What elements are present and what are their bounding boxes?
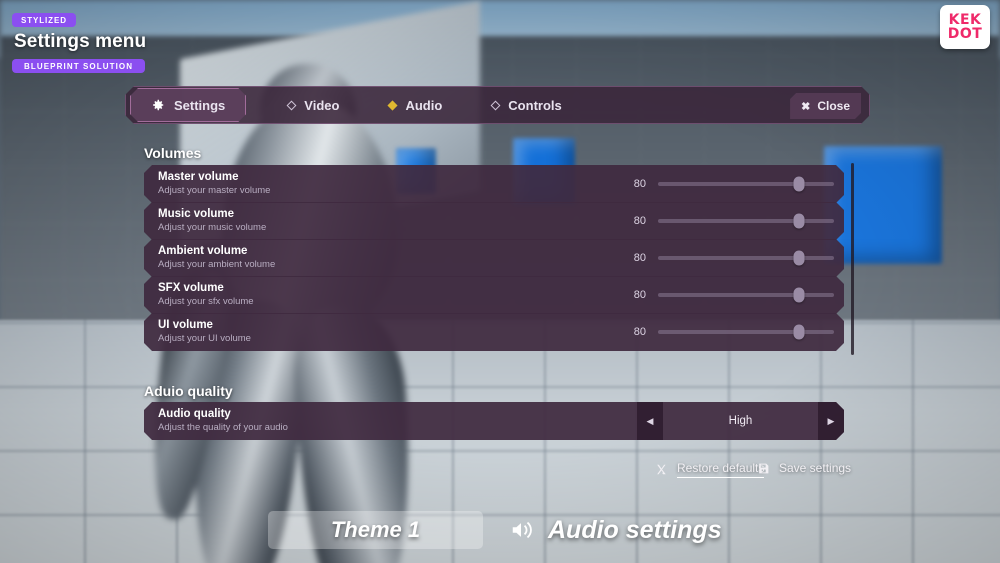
restore-defaults-button[interactable]: Restore defaults xyxy=(655,461,765,478)
row-title: SFX volume xyxy=(158,282,224,294)
row-text: Music volume Adjust your music volume xyxy=(144,208,624,234)
slider-track[interactable] xyxy=(658,330,834,334)
restore-defaults-label: Restore defaults xyxy=(677,461,765,478)
tab-settings-label: Settings xyxy=(174,97,226,113)
tab-video[interactable]: Video xyxy=(274,89,353,121)
close-x-icon: ✖ xyxy=(801,100,811,113)
brand-watermark: STYLIZED Settings menu BLUEPRINT SOLUTIO… xyxy=(12,10,146,74)
save-settings-button[interactable]: Save settings xyxy=(757,461,851,475)
speaker-icon xyxy=(512,521,532,539)
save-settings-label: Save settings xyxy=(779,461,852,475)
row-text: SFX volume Adjust your sfx volume xyxy=(144,282,624,308)
settings-menu-panel: Settings Video Audio Controls ✖ Close Vo… xyxy=(0,0,1000,563)
gear-icon xyxy=(151,98,165,112)
kekdot-logo: KEK DOT xyxy=(940,5,990,49)
tab-video-label: Video xyxy=(304,97,340,113)
slider-track[interactable] xyxy=(658,182,834,186)
slider-thumb[interactable] xyxy=(793,288,804,303)
diamond-icon xyxy=(287,100,297,110)
theme-button-label: Theme 1 xyxy=(330,517,421,542)
setting-row-master-volume[interactable]: Master volume Adjust your master volume … xyxy=(144,165,844,203)
row-title: Music volume xyxy=(158,208,235,220)
row-text: UI volume Adjust your UI volume xyxy=(144,319,624,345)
stylized-badge: STYLIZED xyxy=(12,13,76,27)
slider-track[interactable] xyxy=(658,219,834,223)
audio-quality-value: High xyxy=(728,415,753,427)
slider-thumb[interactable] xyxy=(793,214,804,229)
volume-slider-ui[interactable]: 80 xyxy=(624,326,844,338)
tab-controls[interactable]: Controls xyxy=(478,89,575,121)
chevron-right-icon[interactable]: ▶ xyxy=(818,402,844,440)
audio-settings-banner: Audio settings xyxy=(508,511,722,549)
slider-value: 80 xyxy=(633,326,646,338)
slider-value: 80 xyxy=(633,215,646,227)
setting-row-music-volume[interactable]: Music volume Adjust your music volume 80 xyxy=(144,202,844,240)
section-header-volumes: Volumes xyxy=(144,145,202,161)
setting-row-ui-volume[interactable]: UI volume Adjust your UI volume 80 xyxy=(144,313,844,351)
logo-line-1: KEK xyxy=(948,11,982,28)
reset-icon xyxy=(657,464,666,475)
tab-audio[interactable]: Audio xyxy=(375,89,456,121)
row-description: Adjust your sfx volume xyxy=(158,296,254,307)
row-description: Adjust your music volume xyxy=(158,222,267,233)
section-header-audio-quality: Aduio quality xyxy=(144,383,233,399)
logo-line-2: DOT xyxy=(947,25,983,42)
setting-row-ambient-volume[interactable]: Ambient volume Adjust your ambient volum… xyxy=(144,239,844,277)
row-description: Adjust the quality of your audio xyxy=(158,422,288,433)
setting-row-audio-quality[interactable]: Audio quality Adjust the quality of your… xyxy=(144,402,844,440)
row-text: Ambient volume Adjust your ambient volum… xyxy=(144,245,624,271)
slider-thumb[interactable] xyxy=(793,325,804,340)
diamond-icon xyxy=(491,100,501,110)
row-description: Adjust your UI volume xyxy=(158,333,251,344)
diamond-icon xyxy=(388,100,398,110)
tab-settings[interactable]: Settings xyxy=(130,88,246,122)
blueprint-solution-badge: BLUEPRINT SOLUTION xyxy=(12,59,146,73)
row-text: Audio quality Adjust the quality of your… xyxy=(144,408,624,434)
floppy-disk-icon xyxy=(759,463,769,473)
chevron-left-icon[interactable]: ◀ xyxy=(637,402,663,440)
slider-track[interactable] xyxy=(658,256,834,260)
slider-thumb[interactable] xyxy=(793,251,804,266)
setting-row-sfx-volume[interactable]: SFX volume Adjust your sfx volume 80 xyxy=(144,276,844,314)
row-description: Adjust your ambient volume xyxy=(158,259,276,270)
row-title: Ambient volume xyxy=(158,245,248,257)
close-button-label: Close xyxy=(817,99,850,113)
row-title: Audio quality xyxy=(158,408,231,420)
slider-value: 80 xyxy=(633,289,646,301)
slider-thumb[interactable] xyxy=(793,177,804,192)
row-text: Master volume Adjust your master volume xyxy=(144,171,624,197)
slider-track[interactable] xyxy=(658,293,834,297)
close-button[interactable]: ✖ Close xyxy=(790,93,861,119)
volume-slider-ambient[interactable]: 80 xyxy=(624,252,844,264)
tab-controls-label: Controls xyxy=(508,97,562,113)
tab-audio-label: Audio xyxy=(405,97,443,113)
row-title: UI volume xyxy=(158,319,213,331)
settings-scrollbar[interactable] xyxy=(851,163,854,355)
page-title: Settings menu xyxy=(14,31,147,52)
row-title: Master volume xyxy=(158,171,239,183)
theme-button[interactable]: Theme 1 xyxy=(268,511,483,549)
slider-value: 80 xyxy=(633,178,646,190)
row-description: Adjust your master volume xyxy=(158,185,271,196)
settings-tab-bar: Settings Video Audio Controls ✖ Close xyxy=(125,86,870,124)
slider-value: 80 xyxy=(633,252,646,264)
volume-slider-master[interactable]: 80 xyxy=(624,178,844,190)
audio-quality-stepper: ◀ High ▶ xyxy=(624,402,844,440)
volume-slider-music[interactable]: 80 xyxy=(624,215,844,227)
audio-settings-banner-label: Audio settings xyxy=(548,515,722,544)
volume-slider-sfx[interactable]: 80 xyxy=(624,289,844,301)
